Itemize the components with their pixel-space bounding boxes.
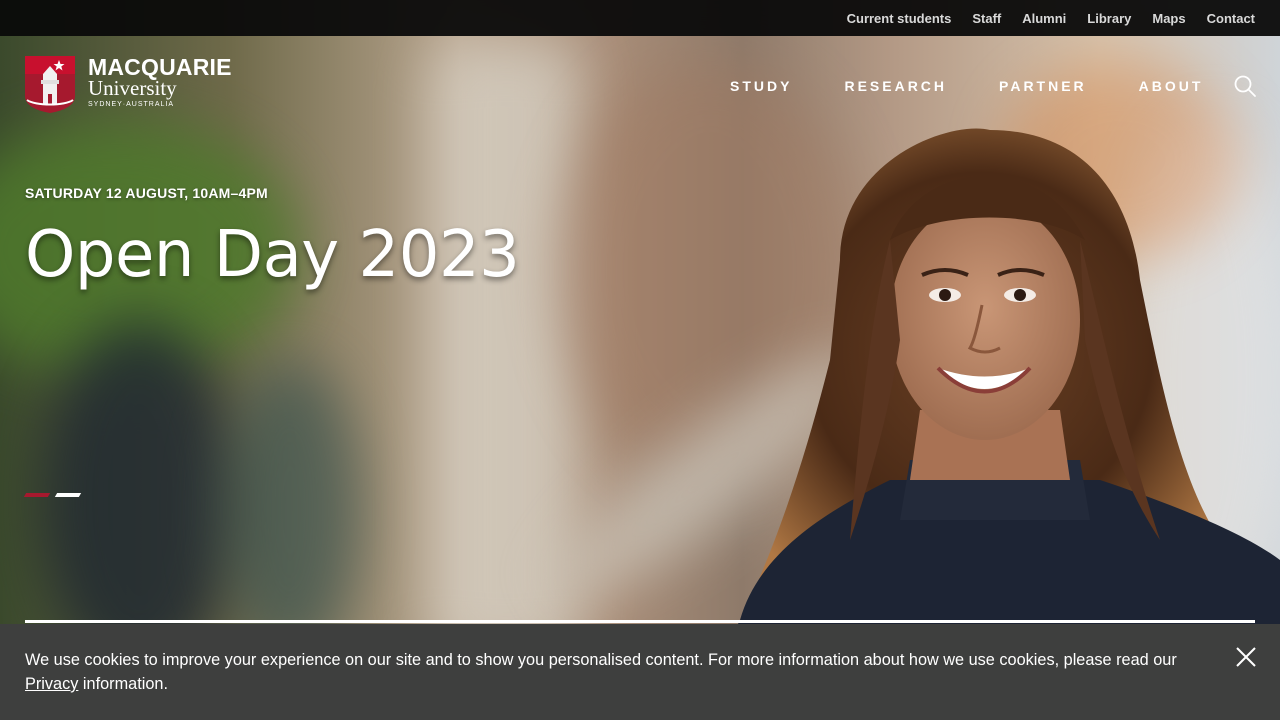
university-crest-icon: [25, 56, 75, 113]
carousel-indicators: [23, 493, 87, 497]
cookie-text-before: We use cookies to improve your experienc…: [25, 651, 1177, 669]
cookie-message: We use cookies to improve your experienc…: [25, 648, 1185, 696]
close-icon[interactable]: [1235, 646, 1257, 668]
utility-link-library[interactable]: Library: [1087, 11, 1131, 26]
nav-research[interactable]: RESEARCH: [844, 78, 947, 94]
cookie-text-after: information.: [78, 675, 168, 693]
nav-about[interactable]: ABOUT: [1139, 78, 1204, 94]
utility-link-maps[interactable]: Maps: [1152, 11, 1185, 26]
logo-subtitle: University: [88, 76, 177, 100]
hero-headline[interactable]: Open Day 2023: [25, 218, 520, 292]
student-portrait: [730, 128, 1280, 640]
hero-eyebrow: SATURDAY 12 AUGUST, 10AM–4PM: [25, 185, 268, 201]
nav-study[interactable]: STUDY: [730, 78, 792, 94]
privacy-link[interactable]: Privacy: [25, 675, 78, 693]
site-header: MACQUARIE University SYDNEY·AUSTRALIA ST…: [0, 36, 1280, 136]
utility-link-staff[interactable]: Staff: [972, 11, 1001, 26]
logo-tagline: SYDNEY·AUSTRALIA: [88, 101, 175, 108]
utility-link-contact[interactable]: Contact: [1207, 11, 1255, 26]
nav-partner[interactable]: PARTNER: [999, 78, 1087, 94]
utility-link-current-students[interactable]: Current students: [847, 11, 952, 26]
utility-link-alumni[interactable]: Alumni: [1022, 11, 1066, 26]
carousel-dot-1[interactable]: [23, 493, 51, 497]
search-icon[interactable]: [1233, 74, 1257, 98]
utility-nav: Current students Staff Alumni Library Ma…: [0, 0, 1280, 36]
logo-title: MACQUARIE: [88, 54, 232, 80]
hero-divider: [25, 620, 1255, 623]
carousel-dot-2[interactable]: [54, 493, 82, 497]
site-logo[interactable]: MACQUARIE University SYDNEY·AUSTRALIA: [25, 56, 232, 113]
cookie-banner: We use cookies to improve your experienc…: [0, 624, 1280, 720]
main-nav: STUDY RESEARCH PARTNER ABOUT: [730, 78, 1255, 94]
